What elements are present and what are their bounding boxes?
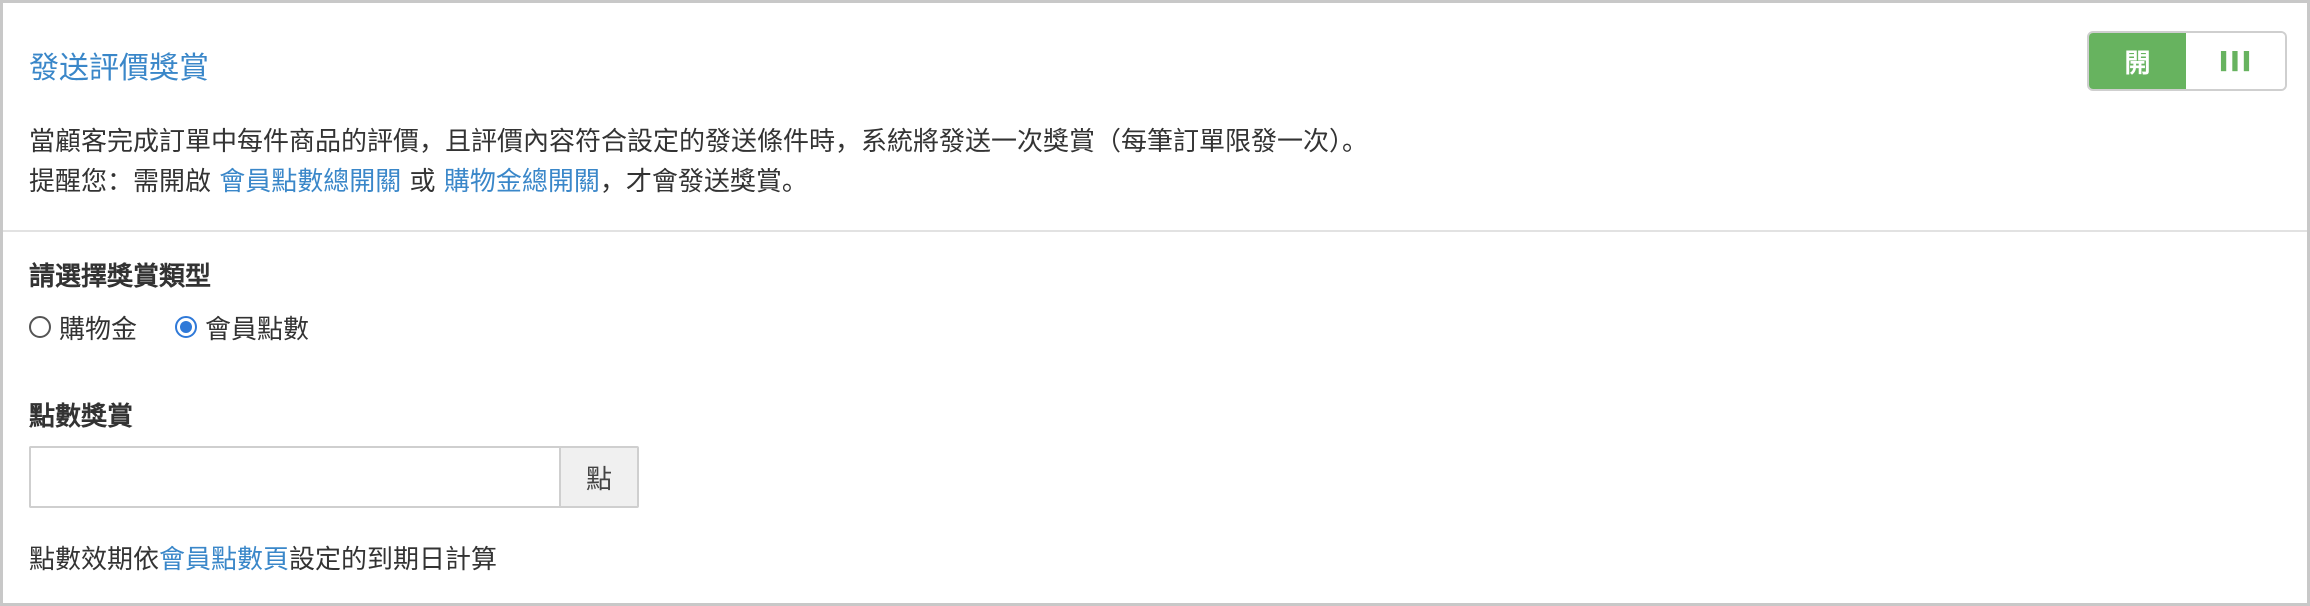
points-unit-addon: 點: [559, 446, 639, 508]
toggle-on-button[interactable]: 開: [2089, 33, 2186, 89]
points-expiry-note: 點數效期依會員點數頁設定的到期日計算: [29, 540, 497, 580]
reminder-or: 或: [401, 167, 444, 197]
radio-option-member-points[interactable]: 會員點數: [175, 309, 309, 346]
radio-label-member-points: 會員點數: [205, 314, 310, 345]
points-reward-label: 點數獎賞: [29, 402, 134, 432]
radio-unchecked-icon[interactable]: [29, 316, 51, 338]
reminder-prefix: 提醒您：需開啟: [29, 167, 220, 197]
toggle-off-button[interactable]: III: [2186, 33, 2285, 89]
points-input-group: 點: [29, 446, 639, 508]
points-input[interactable]: [29, 446, 559, 508]
description: 當顧客完成訂單中每件商品的評價，且評價內容符合設定的發送條件時，系統將發送一次獎…: [29, 122, 2229, 202]
shopping-credit-switch-link[interactable]: 購物金總開關: [444, 167, 600, 197]
radio-label-shopping-credit: 購物金: [59, 314, 138, 345]
radio-option-shopping-credit[interactable]: 購物金: [29, 309, 137, 346]
radio-checked-icon[interactable]: [175, 316, 198, 338]
header-section: 發送評價獎賞 開 III 當顧客完成訂單中每件商品的評價，且評價內容符合設定的發…: [3, 3, 2307, 232]
description-line-2: 提醒您：需開啟 會員點數總開關 或 購物金總開關，才會發送獎賞。: [29, 162, 2229, 202]
description-line-1: 當顧客完成訂單中每件商品的評價，且評價內容符合設定的發送條件時，系統將發送一次獎…: [29, 127, 1369, 157]
member-points-switch-link[interactable]: 會員點數總開關: [219, 167, 401, 197]
note-prefix: 點數效期依: [29, 545, 160, 575]
reward-type-radio-group: 購物金 會員點數: [29, 309, 347, 345]
reward-type-label: 請選擇獎賞類型: [29, 262, 212, 292]
member-points-page-link[interactable]: 會員點數頁: [159, 545, 289, 575]
reminder-suffix: ，才會發送獎賞。: [599, 167, 808, 197]
toggle-bars-icon: III: [2218, 44, 2253, 78]
review-reward-panel: 發送評價獎賞 開 III 當顧客完成訂單中每件商品的評價，且評價內容符合設定的發…: [0, 0, 2310, 606]
reward-toggle-switch[interactable]: 開 III: [2087, 31, 2287, 91]
page-title: 發送評價獎賞: [29, 51, 209, 86]
note-suffix: 設定的到期日計算: [289, 545, 498, 575]
